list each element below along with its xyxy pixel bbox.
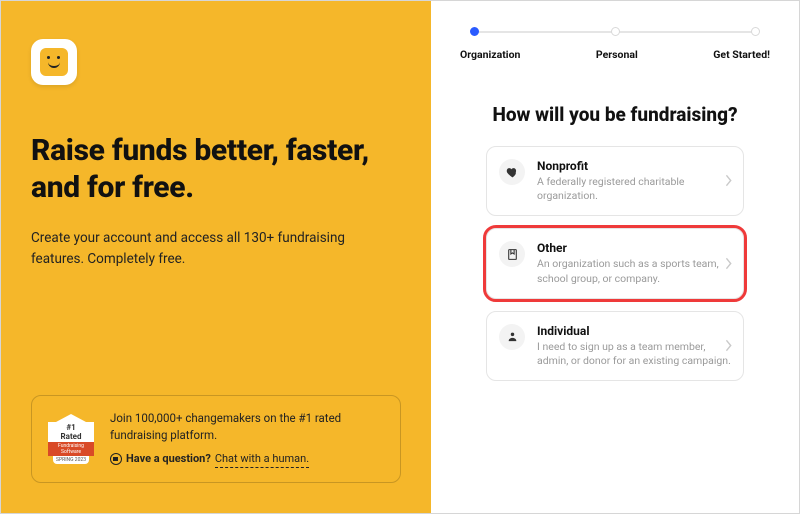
option-other[interactable]: Other An organization such as a sports t… <box>486 228 744 298</box>
bookmark-icon <box>499 241 525 267</box>
promo-text-group: Join 100,000+ changemakers on the #1 rat… <box>110 410 384 468</box>
option-desc: An organization such as a sports team, s… <box>537 257 731 285</box>
question-title: How will you be fundraising? <box>492 103 737 126</box>
step-label-organization: Organization <box>460 48 520 61</box>
step-label-get-started: Get Started! <box>713 48 770 61</box>
badge-season: SPRING 2023 <box>53 456 89 464</box>
step-dot-personal <box>611 27 620 36</box>
option-desc: I need to sign up as a team member, admi… <box>537 340 731 368</box>
chat-prompt[interactable]: Have a question? Chat with a human. <box>110 451 384 469</box>
chevron-right-icon <box>725 172 733 191</box>
signup-panel: Organization Personal Get Started! How w… <box>431 1 799 513</box>
app-frame: Raise funds better, faster, and for free… <box>0 0 800 514</box>
logo-face-icon <box>40 48 68 76</box>
fundraising-options: Nonprofit A federally registered charita… <box>486 146 744 381</box>
chat-link[interactable]: Chat with a human. <box>215 451 309 469</box>
option-title: Nonprofit <box>537 159 731 173</box>
badge-rated: Rated <box>48 433 94 442</box>
progress-stepper <box>470 27 760 36</box>
step-dot-get-started <box>751 27 760 36</box>
step-dot-organization <box>470 27 479 36</box>
person-icon <box>499 324 525 350</box>
chat-icon <box>110 453 122 465</box>
heart-icon <box>499 159 525 185</box>
option-desc: A federally registered charitable organi… <box>537 175 731 203</box>
option-title: Other <box>537 241 731 255</box>
option-individual[interactable]: Individual I need to sign up as a team m… <box>486 311 744 381</box>
step-label-personal: Personal <box>596 48 638 61</box>
promo-text: Join 100,000+ changemakers on the #1 rat… <box>110 410 384 445</box>
headline: Raise funds better, faster, and for free… <box>31 133 401 206</box>
step-labels: Organization Personal Get Started! <box>460 48 770 61</box>
option-nonprofit[interactable]: Nonprofit A federally registered charita… <box>486 146 744 216</box>
marketing-panel: Raise funds better, faster, and for free… <box>1 1 431 513</box>
logo <box>31 39 77 85</box>
subheadline: Create your account and access all 130+ … <box>31 228 371 270</box>
promo-card: #1 Rated Fundraising Software SPRING 202… <box>31 395 401 483</box>
option-title: Individual <box>537 324 731 338</box>
badge-category: Fundraising Software <box>48 442 94 456</box>
chevron-right-icon <box>725 254 733 273</box>
rating-badge: #1 Rated Fundraising Software SPRING 202… <box>48 414 94 465</box>
chevron-right-icon <box>725 336 733 355</box>
chat-question: Have a question? <box>126 451 211 468</box>
